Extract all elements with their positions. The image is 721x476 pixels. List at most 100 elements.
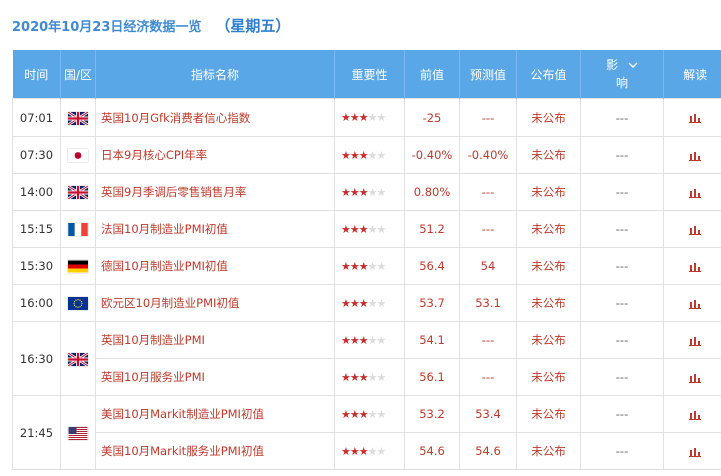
star-filled-icon: ★ (349, 407, 360, 421)
analysis-cell[interactable] (663, 136, 721, 174)
published-value: 未公布 (516, 321, 581, 359)
table-row: 21:45 美国10月Markit制造业PMI初值 ★★★★★ 53.2 53.4 未公布… (12, 395, 721, 470)
uk-flag-icon (68, 111, 88, 125)
star-filled-icon: ★ (341, 185, 351, 199)
germany-flag-icon (68, 260, 88, 273)
star-empty-icon: ★ (367, 444, 378, 458)
forecast-value: --- (459, 210, 517, 248)
forecast-value: 54.6 (459, 432, 517, 470)
weekday-label: （星期五） (215, 16, 291, 35)
published-value: 未公布 (516, 432, 581, 470)
star-filled-icon: ★ (341, 407, 351, 421)
analysis-cell[interactable] (663, 210, 721, 248)
table-row: 07:01 英国10月Gfk消费者信心指数 ★★★★★ -25 --- 未公布 --- (12, 98, 721, 137)
star-filled-icon: ★ (358, 148, 369, 162)
analysis-cell[interactable] (663, 284, 721, 322)
star-filled-icon: ★ (349, 185, 360, 199)
impact-value: --- (580, 173, 664, 211)
analysis-cell[interactable] (663, 98, 721, 137)
indicator-name[interactable]: 美国10月Markit服务业PMI初值 (95, 432, 335, 470)
star-empty-icon: ★ (367, 296, 378, 310)
analysis-cell[interactable] (663, 173, 721, 211)
published-value: 未公布 (516, 210, 581, 248)
forecast-value: 54 (459, 247, 517, 285)
published-value: 未公布 (516, 136, 581, 174)
analysis-cell[interactable] (663, 321, 721, 359)
impact-value: --- (580, 432, 664, 470)
importance-stars: ★★★★★ (334, 173, 405, 211)
analysis-cell[interactable] (663, 432, 721, 470)
chevron-down-icon[interactable] (628, 62, 638, 69)
star-filled-icon: ★ (358, 407, 369, 421)
chart-icon[interactable] (689, 410, 701, 420)
star-empty-icon: ★ (367, 407, 378, 421)
star-filled-icon: ★ (349, 148, 360, 162)
impact-label-bottom: 响 (615, 76, 628, 90)
chart-icon[interactable] (689, 113, 701, 123)
star-filled-icon: ★ (358, 222, 369, 236)
importance-stars: ★★★★★ (334, 247, 405, 285)
chart-icon[interactable] (689, 299, 701, 309)
table-header-row: 时间 国/区 指标名称 重要性 前值 预测值 公布值 影 响 解读 (12, 50, 721, 99)
indicator-name[interactable]: 英国9月季调后零售销售月率 (95, 173, 335, 211)
chart-icon[interactable] (689, 188, 701, 198)
indicator-name[interactable]: 英国10月服务业PMI (95, 358, 335, 396)
forecast-value: --- (459, 173, 517, 211)
star-empty-icon: ★ (376, 222, 387, 236)
chart-icon[interactable] (689, 262, 701, 272)
forecast-value: --- (459, 358, 517, 396)
chart-icon[interactable] (689, 225, 701, 235)
star-filled-icon: ★ (341, 259, 351, 273)
page-title: 2020年10月23日经济数据一览 (12, 19, 202, 35)
previous-value: 56.4 (404, 247, 460, 285)
star-empty-icon: ★ (376, 185, 387, 199)
impact-value: --- (580, 358, 664, 396)
previous-value: -0.40% (404, 136, 460, 174)
star-empty-icon: ★ (376, 333, 387, 347)
time-cell: 14:00 (12, 173, 61, 211)
star-filled-icon: ★ (349, 444, 360, 458)
indicator-name[interactable]: 美国10月Markit制造业PMI初值 (95, 395, 335, 433)
indicator-name[interactable]: 欧元区10月制造业PMI初值 (95, 284, 335, 322)
chart-icon[interactable] (689, 336, 701, 346)
previous-value: 53.2 (404, 395, 460, 433)
region-cell (60, 173, 96, 211)
star-filled-icon: ★ (358, 111, 369, 124)
star-empty-icon: ★ (376, 370, 387, 384)
published-value: 未公布 (516, 395, 581, 433)
indicator-name[interactable]: 日本9月核心CPI年率 (95, 136, 335, 174)
analysis-cell[interactable] (663, 395, 721, 433)
star-empty-icon: ★ (367, 259, 378, 273)
impact-value: --- (580, 136, 664, 174)
table-row: 14:00 英国9月季调后零售销售月率 ★★★★★ 0.80% --- 未公布 --- (12, 173, 721, 211)
published-value: 未公布 (516, 247, 581, 285)
star-empty-icon: ★ (376, 148, 387, 162)
chart-icon[interactable] (689, 373, 701, 383)
col-header-impact[interactable]: 影 响 (580, 50, 664, 99)
star-filled-icon: ★ (341, 296, 351, 310)
uk-flag-icon (68, 186, 88, 199)
previous-value: -25 (404, 98, 460, 137)
forecast-value: 53.1 (459, 284, 517, 322)
indicator-name[interactable]: 英国10月Gfk消费者信心指数 (95, 98, 335, 137)
region-cell (60, 136, 96, 174)
star-empty-icon: ★ (376, 296, 387, 310)
star-filled-icon: ★ (341, 222, 351, 236)
analysis-cell[interactable] (663, 247, 721, 285)
previous-value: 0.80% (404, 173, 460, 211)
indicator-name[interactable]: 德国10月制造业PMI初值 (95, 247, 335, 285)
col-header-time: 时间 (12, 50, 61, 99)
indicator-name[interactable]: 英国10月制造业PMI (95, 321, 335, 359)
indicator-name[interactable]: 法国10月制造业PMI初值 (95, 210, 335, 248)
time-cell: 21:45 (12, 395, 61, 470)
star-empty-icon: ★ (367, 333, 378, 347)
analysis-cell[interactable] (663, 358, 721, 396)
importance-stars: ★★★★★ (334, 432, 405, 470)
chart-icon[interactable] (689, 151, 701, 161)
star-empty-icon: ★ (367, 111, 378, 124)
col-header-analysis: 解读 (663, 50, 721, 99)
impact-value: --- (580, 395, 664, 433)
time-cell: 07:01 (12, 98, 61, 137)
chart-icon[interactable] (689, 447, 701, 457)
star-filled-icon: ★ (358, 333, 369, 347)
